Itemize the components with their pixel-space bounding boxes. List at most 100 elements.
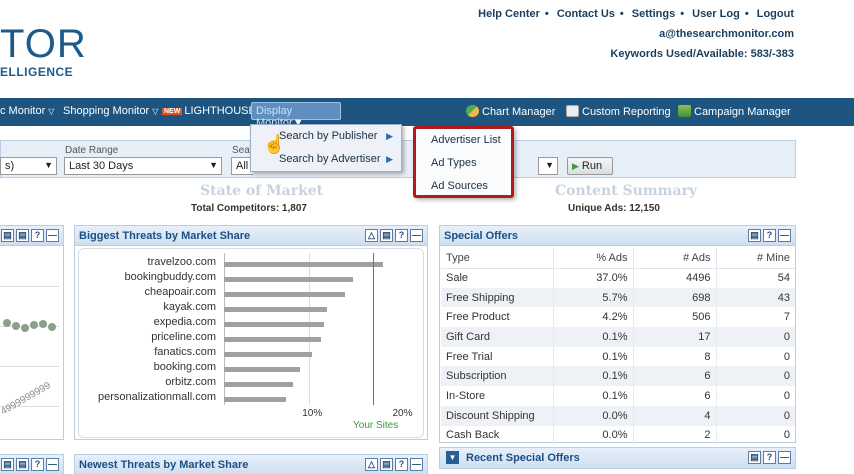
logo-subtitle: ELLIGENCE [0, 65, 74, 79]
bar[interactable] [224, 307, 327, 312]
minimize-icon[interactable]: — [46, 229, 59, 242]
campaign-manager-button[interactable]: Campaign Manager [678, 105, 791, 118]
chevron-right-icon: ▶ [386, 154, 393, 164]
table-row[interactable]: Gift Card 0.1% 17 0 [441, 327, 795, 347]
bar[interactable] [224, 322, 325, 327]
minimize-icon[interactable]: — [46, 458, 59, 471]
gridline [309, 253, 310, 405]
print-icon[interactable]: △ [365, 229, 378, 242]
bar[interactable] [224, 352, 312, 357]
help-icon[interactable]: ? [395, 458, 408, 471]
print-icon[interactable]: ▤ [1, 458, 14, 471]
table-cell: 8 [633, 346, 717, 367]
menu-item-search-by-advertiser[interactable]: Search by Advertiser [279, 153, 399, 165]
help-icon[interactable]: ? [31, 458, 44, 471]
bar-label: orbitz.com [165, 376, 216, 388]
newest-threats-panel: Newest Threats by Market Share △ ▤? — [74, 454, 428, 474]
minimize-icon[interactable]: — [410, 458, 423, 471]
custom-reporting-button[interactable]: Custom Reporting [566, 105, 671, 118]
content-summary-title: Content Summary [555, 183, 698, 199]
table-icon[interactable]: ▤ [16, 458, 29, 471]
chevron-right-icon: ▶ [386, 131, 393, 141]
table-cell: 7 [783, 311, 790, 324]
table-row[interactable]: Subscription 0.1% 6 0 [441, 366, 795, 387]
chart-manager-button[interactable]: Chart Manager [466, 105, 555, 118]
settings-link[interactable]: Settings [632, 8, 675, 20]
date-range-select[interactable]: Last 30 Days ▼ [64, 157, 222, 175]
table-cell: 6 [633, 366, 717, 387]
chart-point [48, 323, 56, 331]
table-icon[interactable]: ▤ [748, 451, 761, 464]
logo-text: TOR [0, 22, 87, 66]
menu-item-advertiser-list[interactable]: Advertiser List [431, 134, 501, 146]
table-row[interactable]: Free Product 4.2% 506 7 [441, 307, 795, 328]
bar-label: expedia.com [153, 316, 216, 328]
help-icon[interactable]: ? [31, 229, 44, 242]
table-row[interactable]: Sale 37.0% 4496 54 [441, 268, 795, 288]
column-header[interactable]: # Ads [633, 248, 717, 269]
bar[interactable] [224, 337, 321, 342]
menu-item-ad-sources[interactable]: Ad Sources [431, 180, 488, 192]
bar-label: booking.com [153, 361, 216, 373]
minimize-icon[interactable]: — [778, 451, 791, 464]
table-cell: 506 [633, 307, 717, 328]
logout-link[interactable]: Logout [757, 8, 794, 20]
menu-item-ad-types[interactable]: Ad Types [431, 157, 477, 169]
table-row[interactable]: Cash Back 0.0% 2 0 [441, 425, 795, 446]
table-row[interactable]: Free Shipping 5.7% 698 43 [441, 287, 795, 308]
bar[interactable] [224, 277, 354, 282]
table-icon[interactable]: ▤ [380, 458, 393, 471]
column-header[interactable]: Type [441, 248, 554, 269]
panel-title: Special Offers [444, 230, 518, 242]
expand-icon[interactable]: ▼ [446, 451, 459, 464]
help-icon[interactable]: ? [395, 229, 408, 242]
table-row[interactable]: Discount Shipping 0.0% 4 0 [441, 405, 795, 426]
bar[interactable] [224, 367, 300, 372]
table-icon[interactable]: ▤ [748, 229, 761, 242]
hand-cursor-icon: ☝ [263, 134, 286, 154]
table-icon[interactable]: ▤ [16, 229, 29, 242]
column-header[interactable]: % Ads [553, 248, 634, 269]
column-header[interactable]: # Mine [716, 248, 795, 269]
table-cell: 0.1% [553, 386, 634, 406]
table-icon[interactable]: ▤ [380, 229, 393, 242]
table-cell: 0 [783, 429, 790, 442]
nav-lighthouse[interactable]: NEW LIGHTHOUSE [162, 105, 256, 117]
run-button[interactable]: ▶ Run [567, 157, 613, 175]
bar-label: personalizationmall.com [98, 391, 216, 403]
nav-display-monitor[interactable]: Display Monitor▼ [251, 102, 341, 129]
table-row[interactable]: Free Trial 0.1% 8 0 [441, 346, 795, 367]
table-cell: 4496 [633, 268, 717, 288]
minimize-icon[interactable]: — [778, 229, 791, 242]
bar[interactable] [224, 262, 383, 267]
filter-select-1[interactable]: s) ▼ [0, 157, 57, 175]
your-sites-label: Your Sites [353, 420, 399, 431]
table-cell: 5.7% [553, 287, 634, 308]
main-nav: c Monitor ▽ Shopping Monitor ▽ NEW LIGHTHOU… [0, 98, 854, 129]
bar[interactable] [224, 397, 287, 402]
bar[interactable] [224, 292, 345, 297]
table-cell: Subscription [441, 366, 554, 387]
nav-shopping-monitor[interactable]: Shopping Monitor ▽ [63, 105, 158, 117]
table-row[interactable]: In-Store 0.1% 6 0 [441, 386, 795, 406]
table-cell: 4 [633, 405, 717, 426]
threats-bar-chart: travelzoo.com bookingbuddy.com cheapoair.c… [78, 248, 424, 438]
left-partial-panel: ▤ ▤? — 4999999999 [0, 225, 64, 440]
minimize-icon[interactable]: — [410, 229, 423, 242]
print-icon[interactable]: △ [365, 458, 378, 471]
table-cell: 0.0% [553, 405, 634, 426]
help-icon[interactable]: ? [763, 229, 776, 242]
help-center-link[interactable]: Help Center [478, 8, 540, 20]
total-competitors: Total Competitors: 1,807 [191, 203, 307, 214]
bar[interactable] [224, 382, 293, 387]
publisher-flyout-menu: Advertiser List Ad Types Ad Sources [413, 126, 514, 198]
table-cell: 0 [716, 366, 795, 387]
chart-point [30, 321, 38, 329]
menu-item-search-by-publisher[interactable]: Search by Publisher [279, 130, 399, 142]
filter-select-4[interactable]: ▼ [538, 157, 558, 175]
nav-traffic-monitor[interactable]: c Monitor ▽ [0, 105, 54, 117]
contact-us-link[interactable]: Contact Us [557, 8, 615, 20]
print-icon[interactable]: ▤ [1, 229, 14, 242]
user-log-link[interactable]: User Log [692, 8, 740, 20]
help-icon[interactable]: ? [763, 451, 776, 464]
